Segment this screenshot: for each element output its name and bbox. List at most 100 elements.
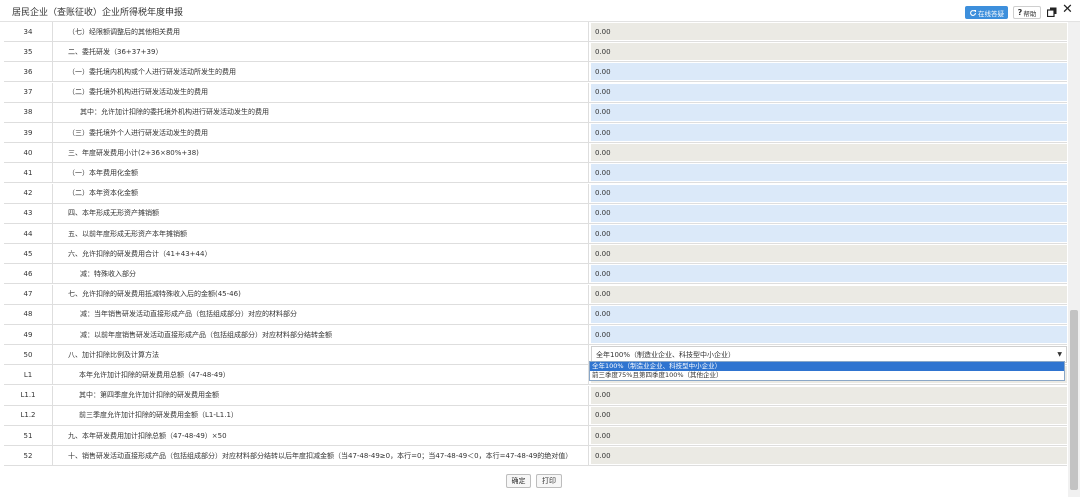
- row-item-name: 六、允许扣除的研发费用合计（41+43+44）: [53, 244, 589, 264]
- dropdown-option[interactable]: 前三季度75%且第四季度100%（其他企业）: [590, 371, 1064, 380]
- table-row: 45 六、允许扣除的研发费用合计（41+43+44） 0.00: [4, 244, 1067, 265]
- print-button[interactable]: 打印: [536, 474, 562, 488]
- table-row: 40 三、年度研发费用小计(2+36×80%+38) 0.00: [4, 143, 1067, 164]
- row-value-cell: 0.00: [589, 305, 1067, 324]
- amount-field[interactable]: 0.00: [591, 184, 1067, 202]
- row-value-cell: 0.00: [589, 123, 1067, 142]
- row-number: 48: [4, 304, 53, 324]
- amount-field: 0.00: [591, 23, 1067, 40]
- row-number: 44: [4, 224, 53, 243]
- row-value-cell: 0.00: [589, 386, 1067, 405]
- row-number: 45: [4, 244, 53, 264]
- title-bar: 居民企业（查账征收）企业所得税年度申报 在线答疑 ? 帮助 ✕: [0, 0, 1080, 22]
- row-item-name: 七、允许扣除的研发费用抵减特殊收入后的金额(45-46): [53, 284, 589, 304]
- amount-field: 0.00: [591, 144, 1067, 162]
- row-item-name: 二、委托研发（36+37+39）: [53, 42, 589, 62]
- table-row: 49 减：以前年度销售研发活动直接形成产品（包括组成部分）对应材料部分结转金额 0.…: [4, 325, 1067, 345]
- row-number: L1.1: [4, 385, 53, 405]
- row-number: 43: [4, 203, 53, 223]
- amount-field: 0.00: [591, 406, 1067, 424]
- confirm-button[interactable]: 确定: [506, 474, 531, 488]
- close-icon[interactable]: ✕: [1062, 3, 1073, 17]
- table-row: 35 二、委托研发（36+37+39） 0.00: [4, 42, 1067, 63]
- table-row: 51 九、本年研发费用加计扣除总额（47-48-49）×50 0.00: [4, 426, 1067, 446]
- table-row: L1.1 其中：第四季度允许加计扣除的研发费用金额 0.00: [4, 385, 1067, 406]
- online-help-button[interactable]: 在线答疑: [965, 6, 1008, 19]
- amount-field[interactable]: 0.00: [591, 124, 1067, 141]
- row-item-name: （一）委托境内机构或个人进行研发活动所发生的费用: [53, 62, 589, 82]
- row-item-name: 五、以前年度形成无形资产本年摊销额: [53, 224, 589, 243]
- row-value-cell: 0.00: [589, 406, 1067, 425]
- amount-field[interactable]: 0.00: [591, 326, 1067, 343]
- table-row: 42 （二）本年资本化金额 0.00: [4, 183, 1067, 204]
- row-item-name: （三）委托境外个人进行研发活动发生的费用: [53, 123, 589, 142]
- restore-window-icon[interactable]: [1047, 7, 1057, 17]
- row-item-name: 其中：第四季度允许加计扣除的研发费用金额: [53, 385, 589, 405]
- amount-field: 0.00: [591, 245, 1067, 263]
- row-value-cell: 0.00: [589, 224, 1067, 243]
- row-value-cell: 0.00: [589, 426, 1067, 445]
- row-number: 49: [4, 325, 53, 344]
- row-item-name: 本年允许加计扣除的研发费用总额（47-48-49）: [53, 365, 589, 385]
- table-row: 47 七、允许扣除的研发费用抵减特殊收入后的金额(45-46) 0.00: [4, 284, 1067, 305]
- row-value-cell: 0.00: [589, 62, 1067, 81]
- row-number: 38: [4, 102, 53, 122]
- amount-field[interactable]: 0.00: [591, 225, 1067, 242]
- row-number: 51: [4, 426, 53, 445]
- row-number: 42: [4, 183, 53, 203]
- row-number: L1.2: [4, 405, 53, 425]
- row-value-cell: 0.00: [589, 163, 1067, 182]
- page-title: 居民企业（查账征收）企业所得税年度申报: [12, 8, 184, 18]
- table-row: 44 五、以前年度形成无形资产本年摊销额 0.00: [4, 224, 1067, 244]
- vertical-scrollbar[interactable]: [1068, 22, 1080, 497]
- row-number: 50: [4, 345, 53, 365]
- table-row: 52 十、销售研发活动直接形成产品（包括组成部分）对应材料部分结转以后年度扣减金额…: [4, 446, 1067, 466]
- row-number: 52: [4, 446, 53, 466]
- table-row: 39 （三）委托境外个人进行研发活动发生的费用 0.00: [4, 123, 1067, 143]
- question-icon: ?: [1017, 8, 1023, 17]
- table-row: 41 （一）本年费用化金额 0.00: [4, 163, 1067, 184]
- row-number: 37: [4, 82, 53, 102]
- row-value-cell: 0.00: [589, 244, 1067, 263]
- amount-field: 0.00: [591, 285, 1067, 303]
- amount-field[interactable]: 0.00: [591, 204, 1067, 222]
- amount-field[interactable]: 0.00: [591, 83, 1067, 101]
- amount-field: 0.00: [591, 427, 1067, 444]
- row-value-cell: 0.00: [589, 143, 1067, 162]
- row-number: 47: [4, 284, 53, 304]
- row-number: 40: [4, 143, 53, 163]
- row-item-name: 其中：允许加计扣除的委托境外机构进行研发活动发生的费用: [53, 102, 589, 122]
- row-number: 46: [4, 264, 53, 284]
- row-value-cell: 0.00: [589, 22, 1067, 41]
- amount-field[interactable]: 0.00: [591, 265, 1067, 283]
- row-item-name: 八、加计扣除比例及计算方法: [53, 345, 589, 365]
- help-button[interactable]: ? 帮助: [1013, 6, 1041, 19]
- caret-down-icon: ▼: [1057, 351, 1062, 359]
- table-row: 37 （二）委托境外机构进行研发活动发生的费用 0.00: [4, 82, 1067, 103]
- row-value-cell: 0.00: [589, 184, 1067, 203]
- row-item-name: 三、年度研发费用小计(2+36×80%+38): [53, 143, 589, 163]
- row-item-name: 四、本年形成无形资产摊销额: [53, 203, 589, 223]
- row-value-cell: 0.00: [589, 264, 1067, 283]
- select-value: 全年100%（制造业企业、科技型中小企业）: [596, 350, 736, 359]
- amount-field[interactable]: 0.00: [591, 63, 1067, 81]
- row-item-name: 减：当年销售研发活动直接形成产品（包括组成部分）对应的材料部分: [53, 304, 589, 324]
- row-item-name: 九、本年研发费用加计扣除总额（47-48-49）×50: [53, 426, 589, 445]
- row-number: 41: [4, 163, 53, 183]
- row-value-cell: 0.00: [589, 83, 1067, 102]
- dropdown-option[interactable]: 全年100%（制造业企业、科技型中小企业）: [590, 362, 1064, 371]
- row-item-name: （二）本年资本化金额: [53, 183, 589, 203]
- row-item-name: （一）本年费用化金额: [53, 163, 589, 183]
- row-value-cell: 0.00: [589, 446, 1067, 465]
- scrollbar-thumb[interactable]: [1070, 310, 1078, 490]
- table-row: 34 （七）经限额调整后的其他相关费用 0.00: [4, 22, 1067, 42]
- row-value-cell: 0.00: [589, 42, 1067, 61]
- amount-field: 0.00: [591, 386, 1067, 404]
- amount-field[interactable]: 0.00: [591, 103, 1067, 121]
- table-row: 36 （一）委托境内机构或个人进行研发活动所发生的费用 0.00: [4, 62, 1067, 83]
- row-item-name: 十、销售研发活动直接形成产品（包括组成部分）对应材料部分结转以后年度扣减金额（当…: [53, 446, 589, 466]
- amount-field[interactable]: 0.00: [591, 305, 1067, 323]
- amount-field[interactable]: 0.00: [591, 164, 1067, 182]
- deduction-method-dropdown[interactable]: 全年100%（制造业企业、科技型中小企业） 前三季度75%且第四季度100%（其…: [589, 361, 1065, 381]
- help-label: 帮助: [1023, 9, 1037, 18]
